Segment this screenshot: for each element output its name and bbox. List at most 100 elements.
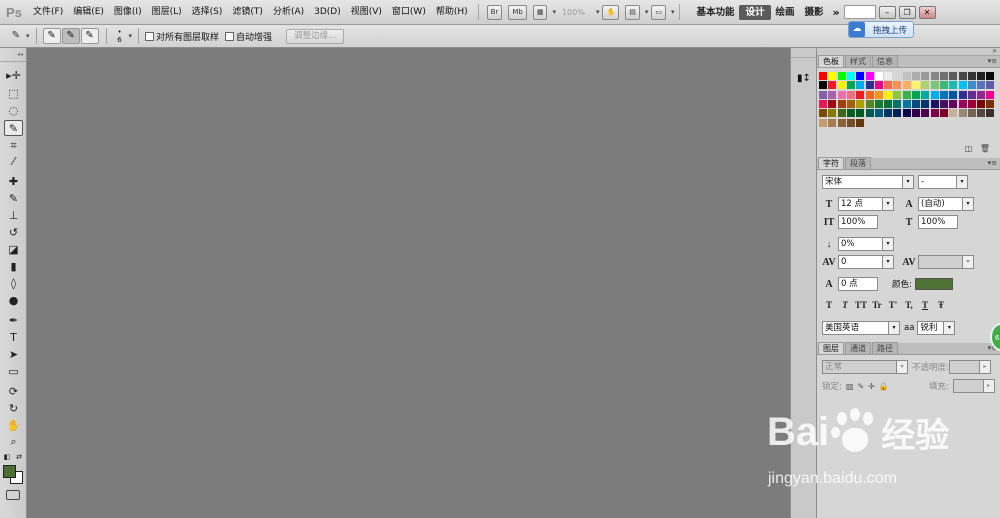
color-swatch[interactable] [977,99,987,109]
workspace-photography[interactable]: 摄影 [800,0,829,25]
color-swatch[interactable] [828,118,838,128]
color-swatch[interactable] [856,72,866,81]
arrange-documents-button[interactable]: ▤ [625,4,640,20]
menu-window[interactable]: 窗口(W) [387,0,431,25]
color-swatch[interactable] [921,81,931,91]
color-swatch[interactable] [967,81,977,91]
superscript-button[interactable]: T' [886,300,900,310]
chevron-down-icon[interactable]: ▾ [129,32,133,40]
new-swatch-icon[interactable]: ◫ [965,144,973,153]
menu-image[interactable]: 图像(I) [109,0,147,25]
color-swatch[interactable] [884,109,894,119]
history-brush-tool-icon[interactable]: ↺ [4,225,23,241]
workspace-painting[interactable]: 绘画 [771,0,800,25]
chevron-down-icon[interactable]: ▾ [671,8,675,16]
color-swatch[interactable] [846,90,856,100]
color-swatch[interactable] [819,109,828,119]
workspace-essentials[interactable]: 基本功能 [691,0,739,25]
marquee-tool-icon[interactable]: ⬚ [4,86,23,102]
color-swatch[interactable] [874,90,884,100]
color-swatch[interactable] [828,99,838,109]
color-swatch[interactable] [902,72,912,81]
color-swatch[interactable] [893,109,903,119]
chevron-down-icon[interactable]: ▾ [956,176,967,188]
color-swatch[interactable] [930,72,940,81]
color-swatch[interactable] [865,81,875,91]
color-swatch[interactable] [902,90,912,100]
chevron-down-icon[interactable]: ▾ [882,256,893,268]
color-swatch[interactable] [958,90,968,100]
pen-tool-icon[interactable]: ✒ [4,313,23,329]
color-swatch[interactable] [958,99,968,109]
color-swatch[interactable] [819,99,828,109]
eraser-tool-icon[interactable]: ◪ [4,242,23,258]
color-swatch[interactable] [902,81,912,91]
color-swatch[interactable] [977,109,987,119]
chevron-down-icon[interactable]: ▾ [26,32,30,40]
auto-enhance-checkbox[interactable]: 自动增强 [225,30,272,43]
color-swatch[interactable] [846,109,856,119]
underline-button[interactable]: T [918,300,932,310]
color-swatch[interactable] [930,109,940,119]
menu-select[interactable]: 选择(S) [187,0,228,25]
tab-character[interactable]: 字符 [818,157,844,169]
color-swatch[interactable] [958,81,968,91]
add-to-selection-brush-icon[interactable]: ✎ [61,28,80,44]
dock-grip[interactable] [791,48,816,58]
chevron-down-icon[interactable]: ▾ [896,361,907,373]
panel-menu-icon[interactable]: ▾≡ [988,57,997,65]
toolbox-grip[interactable]: ◂◂ [0,48,26,62]
color-swatch[interactable] [967,72,977,81]
color-swatch[interactable] [977,81,987,91]
blur-tool-icon[interactable]: ◊ [4,276,23,292]
color-swatch[interactable] [958,109,968,119]
color-swatch[interactable] [884,99,894,109]
color-swatch[interactable] [939,109,949,119]
lock-all-icon[interactable]: 🔒 [879,382,889,391]
color-swatch[interactable] [930,81,940,91]
color-swatch[interactable] [837,81,847,91]
color-swatch[interactable] [986,109,996,119]
menu-help[interactable]: 帮助(H) [431,0,473,25]
leading-select[interactable]: (自动) ▾ [918,197,974,211]
color-swatch[interactable] [912,81,921,91]
lock-position-icon[interactable]: ✛ [868,382,875,391]
color-swatch[interactable] [902,99,912,109]
checkbox-box[interactable] [225,31,235,41]
color-swatch[interactable] [921,90,931,100]
bridge-button[interactable]: Br [486,4,503,20]
chevron-down-icon[interactable]: ▾ [902,176,913,188]
sample-all-layers-checkbox[interactable]: 对所有图层取样 [145,30,219,43]
chevron-down-icon[interactable]: ▾ [882,238,893,250]
type-tool-icon[interactable]: T [4,330,23,346]
color-swatch[interactable] [874,109,884,119]
rectangle-tool-icon[interactable]: ▭ [4,364,23,380]
small-caps-button[interactable]: Tr [870,300,884,310]
chevron-down-icon[interactable]: ▾ [962,256,973,268]
workspace-design[interactable]: 设计 [739,4,771,20]
color-swatch[interactable] [837,99,847,109]
color-swatch[interactable] [819,118,828,128]
clone-stamp-tool-icon[interactable]: ⊥ [4,208,23,224]
color-swatch[interactable] [819,90,828,100]
gradient-tool-icon[interactable]: ▮ [4,259,23,275]
color-swatch[interactable] [949,90,959,100]
menu-3d[interactable]: 3D(D) [309,0,346,25]
color-swatch[interactable] [902,109,912,119]
hand-tool-icon[interactable]: ✋ [4,418,23,434]
color-swatch[interactable] [939,90,949,100]
color-swatch[interactable] [865,72,875,81]
color-swatch[interactable] [874,99,884,109]
color-swatch[interactable] [846,118,856,128]
cs-live-search-field[interactable] [843,5,876,19]
color-swatch[interactable] [967,90,977,100]
color-swatch[interactable] [865,90,875,100]
tab-info[interactable]: 信息 [872,55,898,67]
color-swatch[interactable] [893,72,903,81]
color-swatch[interactable] [986,90,996,100]
color-swatch[interactable] [986,81,996,91]
tab-layers[interactable]: 图层 [818,342,844,354]
chevron-down-icon[interactable]: ▾ [596,8,600,16]
color-swatch[interactable] [939,81,949,91]
color-swatch[interactable] [949,81,959,91]
